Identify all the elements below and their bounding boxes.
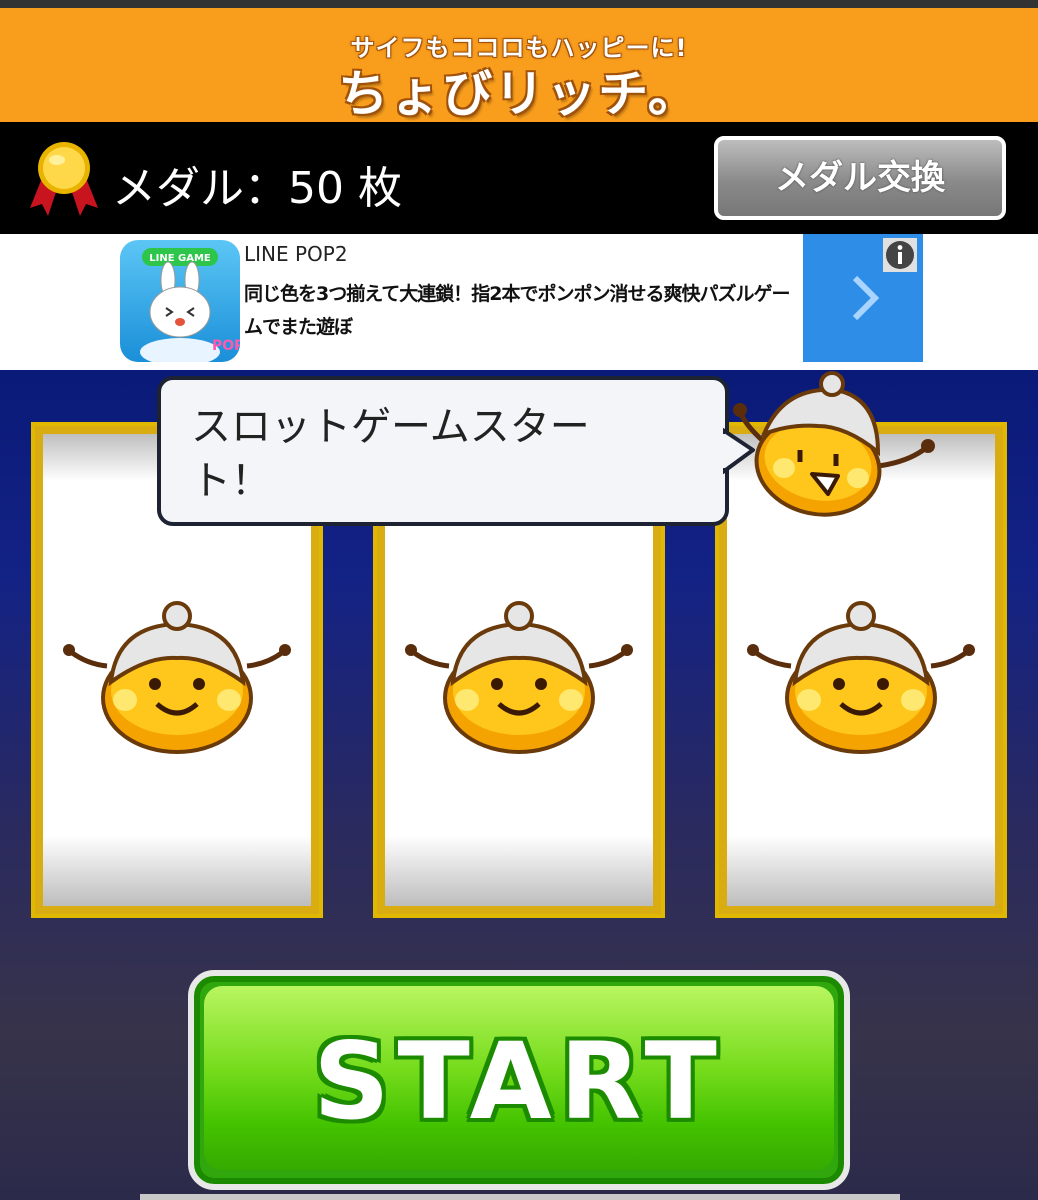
site-header: サイフもココロもハッピーに! ちょびリッチ。: [0, 8, 1038, 123]
top-status-strip: [0, 0, 1038, 8]
medal-bar: メダル：50 枚 メダル交換: [0, 122, 1038, 234]
medal-exchange-button[interactable]: メダル交換: [714, 136, 1006, 220]
info-icon[interactable]: [883, 238, 917, 272]
start-button[interactable]: START: [188, 970, 850, 1190]
ad-app-icon[interactable]: LINE GAME POP: [120, 240, 240, 362]
ad-banner[interactable]: LINE GAME POP LINE POP2 同じ色を3つ揃えて大連鎖！指2本…: [0, 234, 1038, 370]
ad-title[interactable]: LINE POP2: [244, 242, 348, 266]
mascot-smile-icon: [747, 601, 975, 754]
speech-bubble: スロットゲームスタート！: [157, 376, 729, 526]
mascot-smile-icon: [405, 601, 633, 754]
svg-text:LINE GAME: LINE GAME: [149, 253, 211, 264]
mascot-talking-icon: [733, 371, 935, 517]
start-button-label: START: [313, 1020, 725, 1143]
svg-text:POP: POP: [212, 338, 240, 354]
site-logo[interactable]: ちょびリッチ。: [0, 54, 1038, 126]
speech-text: スロットゲームスタート！: [191, 404, 590, 504]
slot-game-area: スロットゲームスタート！ START: [0, 370, 1038, 1200]
medal-count: メダル：50 枚: [112, 163, 402, 214]
mascot-smile-icon: [63, 601, 291, 754]
bottom-edge: [140, 1194, 900, 1200]
ad-description[interactable]: 同じ色を3つ揃えて大連鎖！指2本でポンポン消せる爽快パズルゲームでまた遊ぼ: [244, 278, 804, 344]
medal-icon: [30, 142, 98, 216]
